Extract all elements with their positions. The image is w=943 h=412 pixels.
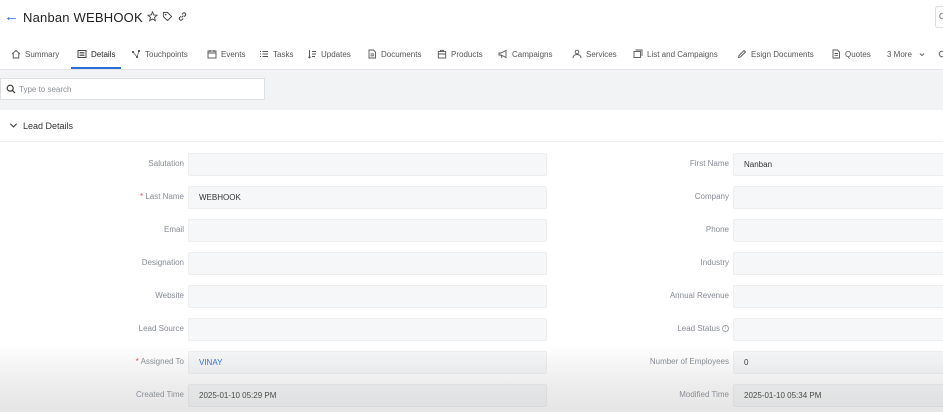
annual-revenue-field[interactable] — [733, 285, 943, 308]
record-header: ← Nanban WEBHOOK C Summary Details Touch… — [0, 0, 943, 70]
updates-icon — [307, 50, 316, 59]
calendar-icon — [207, 50, 217, 59]
tab-events[interactable]: Events — [207, 40, 245, 68]
quote-icon — [832, 49, 840, 59]
megaphone-icon — [498, 49, 507, 59]
field-label-text: Lead Status — [677, 324, 720, 333]
tab-documents[interactable]: Documents — [367, 40, 421, 68]
tab-esign-documents[interactable]: Esign Documents — [737, 40, 814, 68]
section-title: Lead Details — [23, 120, 74, 131]
tab-campaigns[interactable]: Campaigns — [498, 40, 552, 68]
tab-label: Touchpoints — [145, 49, 188, 59]
field-label-industry: Industry — [700, 258, 729, 267]
tab-label: Products — [451, 49, 483, 59]
section-toggle[interactable]: Lead Details — [0, 110, 943, 142]
gear-icon — [938, 50, 943, 58]
info-icon[interactable]: i — [722, 325, 729, 333]
company-field[interactable] — [733, 186, 943, 209]
number-of-employees-field[interactable]: 0 — [733, 351, 943, 374]
record-tabs: Summary Details Touchpoints Events Tasks… — [0, 40, 943, 69]
industry-field[interactable] — [733, 252, 943, 275]
tab-label: Details — [91, 49, 116, 59]
chevron-down-icon — [9, 123, 18, 128]
tab-label: Summary — [25, 49, 60, 59]
pen-icon — [737, 49, 747, 59]
list-icon — [633, 49, 643, 58]
field-label-lead-status: Lead Status i — [0, 324, 729, 334]
field-label-modified-time: Modified Time — [679, 390, 729, 399]
tab-summary[interactable]: Summary — [11, 40, 59, 68]
tag-icon[interactable] — [162, 11, 173, 22]
home-icon — [11, 49, 21, 59]
search-input[interactable] — [19, 84, 249, 94]
tab-label: Services — [586, 49, 617, 59]
tab-services[interactable]: Services — [572, 40, 617, 68]
tab-details[interactable]: Details — [70, 40, 122, 69]
search-icon — [6, 84, 16, 94]
first-name-field[interactable]: Nanban — [733, 153, 943, 176]
search-box[interactable] — [0, 78, 265, 100]
field-label-company: Company — [694, 192, 729, 201]
tasks-icon — [260, 51, 268, 57]
tab-label: List and Campaigns — [647, 49, 718, 59]
details-icon — [77, 50, 87, 58]
chevron-down-icon — [919, 52, 925, 56]
link-icon[interactable] — [177, 11, 188, 22]
tab-tasks[interactable]: Tasks — [259, 40, 293, 68]
field-label-annual-revenue: Annual Revenue — [669, 291, 729, 300]
tab-label: Events — [221, 49, 246, 59]
products-icon — [437, 49, 447, 59]
field-label-phone: Phone — [705, 225, 729, 234]
tab-label: Tasks — [273, 49, 294, 59]
tab-label: Esign Documents — [751, 49, 814, 59]
tab-more[interactable]: 3 More — [887, 40, 931, 68]
page-title: Nanban WEBHOOK — [23, 10, 143, 25]
tab-updates[interactable]: Updates — [307, 40, 351, 68]
settings-icon[interactable] — [937, 40, 943, 68]
tab-label: Documents — [381, 49, 422, 59]
tab-label: Quotes — [845, 49, 871, 59]
modified-time-field: 2025-01-10 05:34 PM — [733, 384, 943, 407]
tab-label: 3 More — [887, 49, 912, 59]
lead-status-field[interactable] — [733, 318, 943, 341]
touchpoints-icon — [131, 49, 141, 59]
star-icon[interactable] — [147, 11, 158, 22]
tab-label: Updates — [321, 49, 351, 59]
back-arrow-icon[interactable]: ← — [4, 9, 19, 25]
tab-label: Campaigns — [512, 49, 553, 59]
document-icon — [368, 49, 376, 59]
tab-quotes[interactable]: Quotes — [831, 40, 871, 68]
tab-touchpoints[interactable]: Touchpoints — [131, 40, 188, 68]
services-icon — [572, 49, 582, 59]
lead-details-section: Lead Details Salutation First Name Nanba… — [0, 110, 943, 412]
field-label-first-name: First Name — [689, 159, 729, 168]
header-action-button[interactable]: C — [935, 6, 943, 28]
tab-products[interactable]: Products — [437, 40, 483, 68]
phone-field[interactable] — [733, 219, 943, 242]
field-label-number-of-employees: Number of Employees — [649, 357, 729, 366]
tab-list-and-campaigns[interactable]: List and Campaigns — [633, 40, 718, 68]
